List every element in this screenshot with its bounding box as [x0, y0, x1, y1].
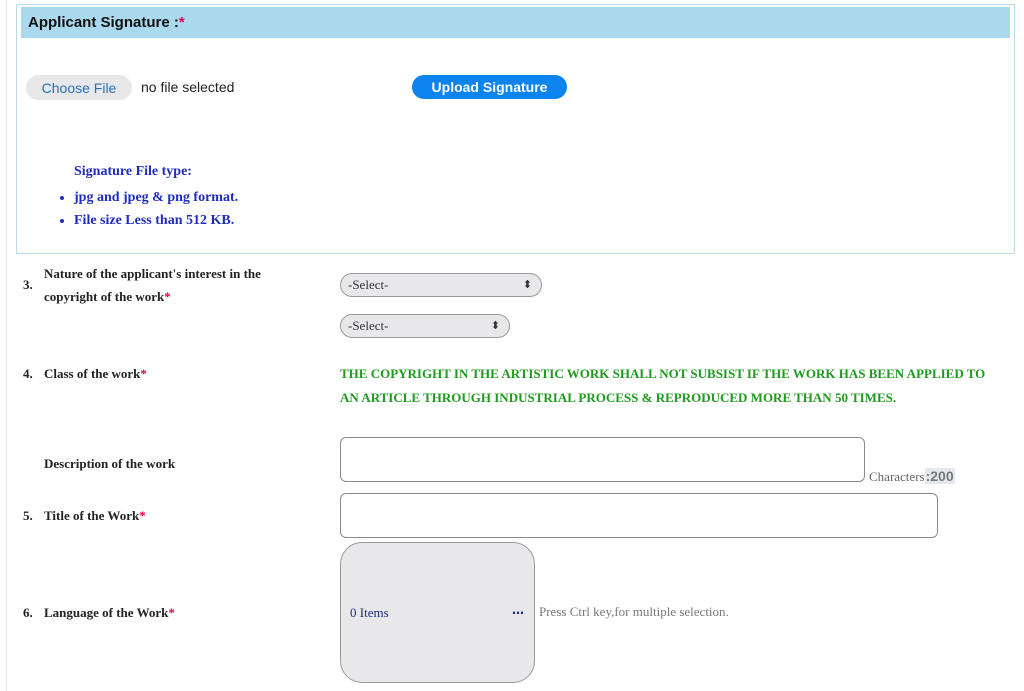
row-number-language: 6.: [23, 605, 33, 620]
language-multiselect-hint: Press Ctrl key,for multiple selection.: [539, 604, 729, 619]
choose-file-button[interactable]: Choose File: [26, 75, 132, 100]
page-left-border: [6, 0, 7, 691]
signature-header-label: Applicant Signature :: [28, 14, 179, 31]
description-label: Description of the work: [44, 456, 176, 471]
signature-note-title: Signature File type:: [74, 164, 192, 179]
row-number-title: 5.: [23, 508, 33, 523]
title-input[interactable]: [340, 493, 938, 538]
row-number-class: 4.: [23, 366, 33, 381]
interest-select-primary-value: -Select-: [348, 277, 389, 292]
file-status-text: no file selected: [141, 79, 235, 95]
row-number-interest: 3.: [23, 277, 33, 292]
interest-select-secondary[interactable]: -Select- ⬍: [340, 314, 510, 338]
description-input[interactable]: [340, 437, 865, 482]
signature-note-item: File size Less than 512 KB.: [74, 209, 238, 232]
char-count-value: 200: [930, 468, 954, 484]
signature-panel: Applicant Signature :* Choose File no fi…: [16, 4, 1015, 254]
class-copyright-notice: THE COPYRIGHT IN THE ARTISTIC WORK SHALL…: [340, 366, 986, 405]
interest-label-line1: Nature of the applicant's interest in th…: [44, 266, 261, 281]
more-options-icon: …: [512, 603, 524, 617]
interest-label-line2: copyright of the work*: [44, 289, 171, 304]
required-mark: *: [168, 605, 175, 620]
required-mark: *: [178, 14, 185, 31]
language-selected-count: 0 Items: [350, 605, 389, 620]
required-mark: *: [140, 366, 147, 381]
upload-signature-button[interactable]: Upload Signature: [412, 75, 567, 99]
description-char-counter: Characters:200: [869, 468, 955, 484]
interest-select-primary[interactable]: -Select- ⬍: [340, 273, 542, 297]
required-mark: *: [164, 289, 171, 304]
title-label: Title of the Work*: [44, 508, 146, 523]
interest-label: Nature of the applicant's interest in th…: [44, 262, 304, 308]
interest-select-secondary-value: -Select-: [348, 318, 389, 333]
required-mark: *: [139, 508, 146, 523]
class-label: Class of the work*: [44, 366, 147, 381]
language-label: Language of the Work*: [44, 605, 175, 620]
language-multiselect[interactable]: 0 Items …: [340, 542, 535, 683]
signature-header: Applicant Signature :*: [21, 7, 1010, 38]
chevron-updown-icon: ⬍: [522, 278, 532, 291]
chevron-updown-icon: ⬍: [490, 319, 500, 332]
signature-note-item: jpg and jpeg & png format.: [74, 186, 238, 209]
signature-note-list: jpg and jpeg & png format. File size Les…: [57, 186, 238, 232]
